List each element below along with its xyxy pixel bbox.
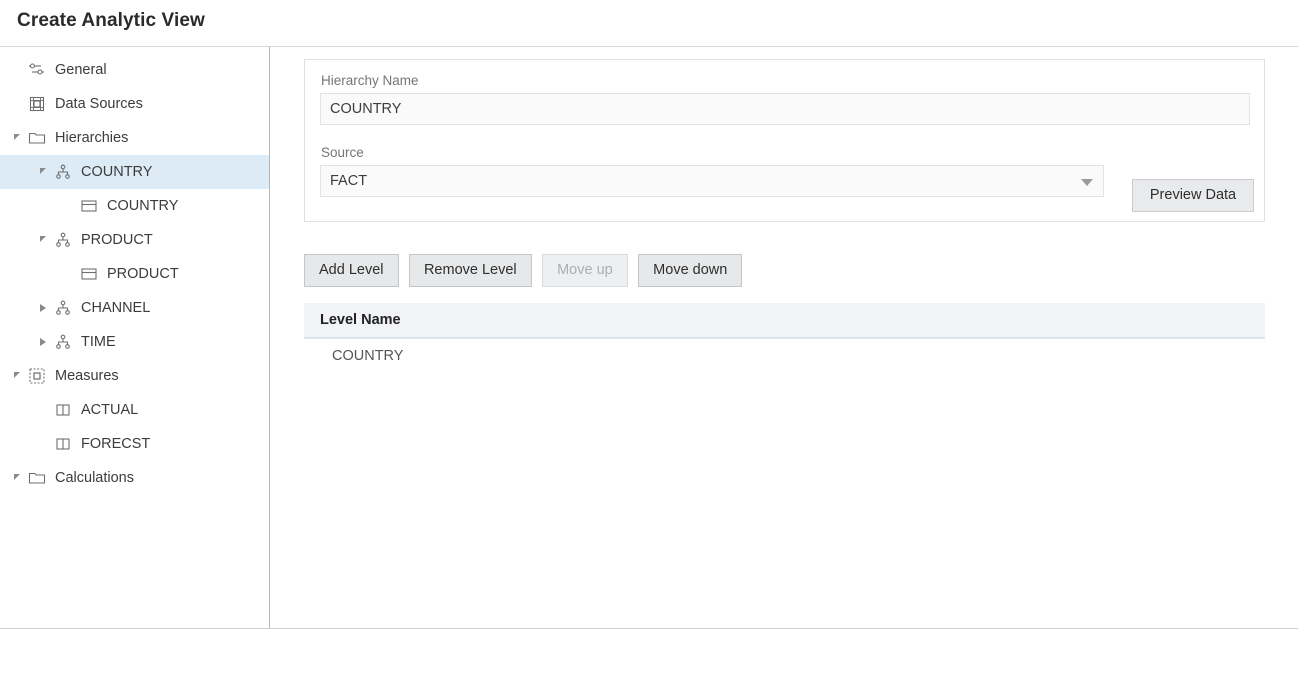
levels-table-header: Level Name bbox=[304, 303, 1265, 339]
hierarchy-icon-wrap bbox=[52, 161, 74, 183]
tree-twisty-expand[interactable] bbox=[34, 291, 52, 325]
tree-item-channel-7[interactable]: CHANNEL bbox=[0, 291, 269, 325]
table-row[interactable]: COUNTRY bbox=[304, 339, 1265, 373]
tree-twisty-collapse[interactable] bbox=[34, 155, 52, 189]
level-toolbar: Add Level Remove Level Move up Move down bbox=[304, 254, 748, 287]
folder-icon-wrap bbox=[26, 467, 48, 489]
hierarchy-name-label: Hierarchy Name bbox=[321, 73, 1250, 88]
folder-icon bbox=[28, 469, 46, 487]
measure-icon bbox=[54, 401, 72, 419]
tree-twisty-collapse[interactable] bbox=[8, 121, 26, 155]
page-title: Create Analytic View bbox=[17, 10, 205, 32]
hierarchy-icon bbox=[54, 163, 72, 181]
level-icon bbox=[80, 197, 98, 215]
create-analytic-view-dialog: Create Analytic View General Data Sources… bbox=[0, 0, 1298, 697]
preview-data-button[interactable]: Preview Data bbox=[1132, 179, 1254, 212]
chevron-expanded-icon bbox=[40, 236, 46, 242]
chevron-expanded-icon bbox=[40, 168, 46, 174]
hierarchy-name-field-group: Hierarchy Name bbox=[320, 73, 1250, 125]
tree-item-label: FORECST bbox=[81, 436, 150, 452]
hierarchy-name-input[interactable] bbox=[320, 93, 1250, 125]
cell-level-name: COUNTRY bbox=[304, 348, 403, 364]
main-content: Hierarchy Name Source FACT Preview Data … bbox=[271, 47, 1298, 628]
tree-item-product-5[interactable]: PRODUCT bbox=[0, 223, 269, 257]
folder-icon-wrap bbox=[26, 127, 48, 149]
tree-item-calculations-12[interactable]: Calculations bbox=[0, 461, 269, 495]
levels-table-body: COUNTRY bbox=[304, 339, 1265, 373]
chevron-collapsed-icon bbox=[40, 338, 46, 346]
tree-item-label: COUNTRY bbox=[107, 198, 178, 214]
column-header-level-name: Level Name bbox=[304, 312, 401, 328]
dialog-footer: ? Show DDL Create Cancel bbox=[0, 628, 1298, 697]
level-icon-wrap bbox=[78, 263, 100, 285]
object-tree[interactable]: General Data Sources Hierarchies COUNTRY COU… bbox=[0, 47, 269, 495]
tree-item-general-0[interactable]: General bbox=[0, 53, 269, 87]
chevron-down-icon bbox=[1081, 179, 1093, 186]
tree-item-country-3[interactable]: COUNTRY bbox=[0, 155, 269, 189]
measure-icon-wrap bbox=[52, 433, 74, 455]
dialog-titlebar: Create Analytic View bbox=[0, 0, 1298, 47]
measure-icon bbox=[54, 435, 72, 453]
tree-item-actual-10[interactable]: ACTUAL bbox=[0, 393, 269, 427]
tree-item-label: COUNTRY bbox=[81, 164, 152, 180]
hierarchy-form-card: Hierarchy Name Source FACT Preview Data bbox=[304, 59, 1265, 222]
tree-item-label: TIME bbox=[81, 334, 116, 350]
hierarchy-icon bbox=[54, 231, 72, 249]
tree-twisty-collapse[interactable] bbox=[8, 359, 26, 393]
tree-item-forecst-11[interactable]: FORECST bbox=[0, 427, 269, 461]
tree-item-data-sources-1[interactable]: Data Sources bbox=[0, 87, 269, 121]
level-icon bbox=[80, 265, 98, 283]
measures-icon-wrap bbox=[26, 365, 48, 387]
folder-icon bbox=[28, 129, 46, 147]
remove-level-button[interactable]: Remove Level bbox=[409, 254, 532, 287]
source-select-value: FACT bbox=[330, 173, 367, 189]
measures-icon bbox=[28, 367, 46, 385]
sliders-icon-wrap bbox=[26, 59, 48, 81]
tree-item-product-6[interactable]: PRODUCT bbox=[0, 257, 269, 291]
chevron-expanded-icon bbox=[14, 474, 20, 480]
navigation-sidebar[interactable]: General Data Sources Hierarchies COUNTRY COU… bbox=[0, 47, 270, 628]
move-down-button[interactable]: Move down bbox=[638, 254, 742, 287]
chevron-expanded-icon bbox=[14, 372, 20, 378]
tree-twisty-collapse[interactable] bbox=[8, 461, 26, 495]
chevron-expanded-icon bbox=[14, 134, 20, 140]
add-level-button[interactable]: Add Level bbox=[304, 254, 399, 287]
move-up-button[interactable]: Move up bbox=[542, 254, 628, 287]
chevron-collapsed-icon bbox=[40, 304, 46, 312]
tree-item-label: PRODUCT bbox=[107, 266, 179, 282]
tree-item-label: ACTUAL bbox=[81, 402, 138, 418]
measure-icon-wrap bbox=[52, 399, 74, 421]
tree-twisty-collapse[interactable] bbox=[34, 223, 52, 257]
source-label: Source bbox=[321, 145, 1104, 160]
hierarchy-icon bbox=[54, 333, 72, 351]
tree-item-hierarchies-2[interactable]: Hierarchies bbox=[0, 121, 269, 155]
sliders-icon bbox=[28, 61, 46, 79]
hierarchy-icon-wrap bbox=[52, 297, 74, 319]
tree-item-measures-9[interactable]: Measures bbox=[0, 359, 269, 393]
tree-item-label: Measures bbox=[55, 368, 119, 384]
level-icon-wrap bbox=[78, 195, 100, 217]
tree-item-time-8[interactable]: TIME bbox=[0, 325, 269, 359]
tree-item-label: General bbox=[55, 62, 107, 78]
hierarchy-icon-wrap bbox=[52, 229, 74, 251]
source-field-group: Source FACT bbox=[320, 145, 1104, 197]
tree-twisty-expand[interactable] bbox=[34, 325, 52, 359]
hierarchy-icon-wrap bbox=[52, 331, 74, 353]
tree-item-label: Calculations bbox=[55, 470, 134, 486]
source-select[interactable]: FACT bbox=[320, 165, 1104, 197]
tree-item-label: Hierarchies bbox=[55, 130, 128, 146]
data-source-icon bbox=[28, 95, 46, 113]
hierarchy-icon bbox=[54, 299, 72, 317]
tree-item-label: PRODUCT bbox=[81, 232, 153, 248]
tree-item-label: CHANNEL bbox=[81, 300, 150, 316]
levels-table: Level Name COUNTRY bbox=[304, 303, 1265, 373]
tree-item-country-4[interactable]: COUNTRY bbox=[0, 189, 269, 223]
data-source-icon-wrap bbox=[26, 93, 48, 115]
tree-item-label: Data Sources bbox=[55, 96, 143, 112]
